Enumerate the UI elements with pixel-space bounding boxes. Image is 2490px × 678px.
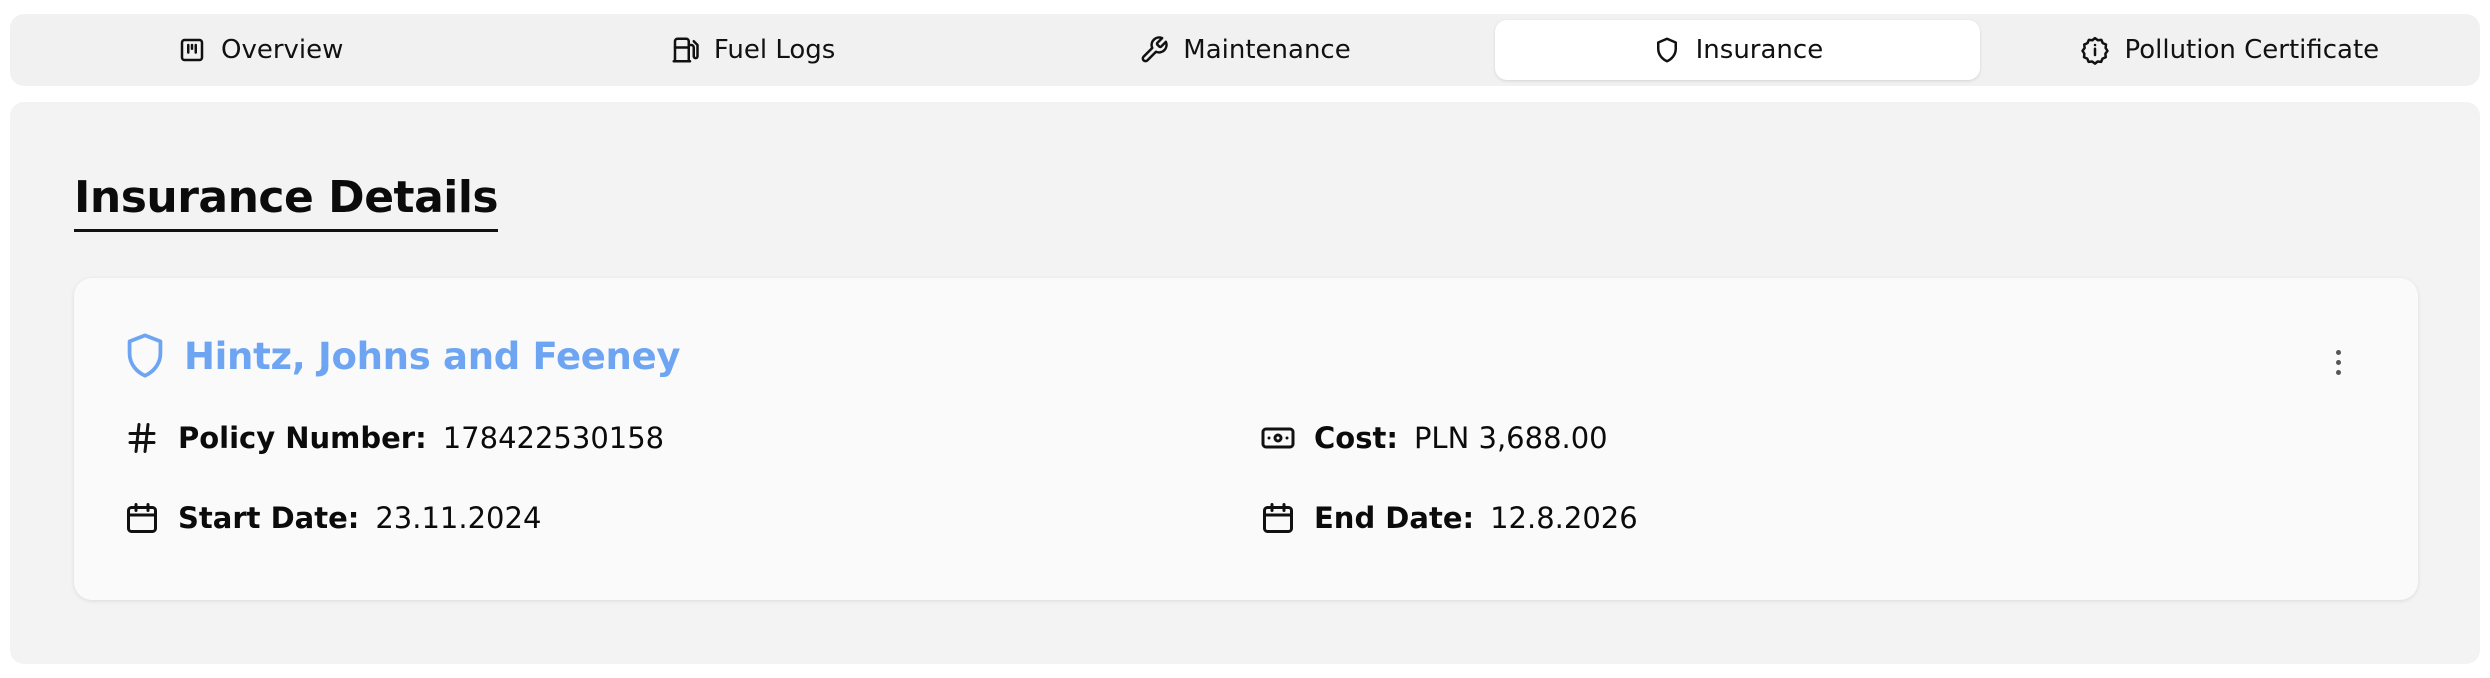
end-date-value: 12.8.2026 — [1490, 501, 1638, 535]
tab-label: Pollution Certificate — [2124, 35, 2380, 65]
start-date-label: Start Date: — [178, 501, 360, 535]
company-name: Hintz, Johns and Feeney — [184, 334, 681, 378]
more-vertical-icon — [2335, 349, 2341, 355]
tab-fuel-logs[interactable]: Fuel Logs — [510, 20, 994, 80]
more-options-button[interactable] — [2324, 342, 2352, 382]
tab-label: Overview — [220, 35, 344, 65]
end-date-field: End Date: 12.8.2026 — [1260, 500, 1638, 536]
page: Overview Fuel Logs Maintenance Insurance — [0, 0, 2490, 678]
section-title: Insurance Details — [74, 172, 499, 232]
policy-number-value: 178422530158 — [442, 421, 665, 455]
info-badge-icon — [2081, 36, 2110, 65]
card-header: Hintz, Johns and Feeney — [124, 332, 681, 380]
tab-insurance[interactable]: Insurance — [1495, 20, 1980, 80]
cost-value: PLN 3,688.00 — [1413, 421, 1608, 455]
tab-maintenance[interactable]: Maintenance — [1003, 20, 1487, 80]
tab-label: Insurance — [1695, 35, 1824, 65]
overview-icon — [180, 38, 204, 62]
wrench-icon — [1141, 36, 1168, 63]
hash-icon — [128, 423, 156, 453]
end-date-label: End Date: — [1314, 501, 1475, 535]
tab-bar: Overview Fuel Logs Maintenance Insurance — [10, 14, 2480, 86]
cost-label: Cost: — [1314, 421, 1398, 455]
calendar-icon — [1263, 503, 1293, 533]
shield-icon — [1656, 37, 1677, 63]
banknote-icon — [1261, 427, 1295, 449]
cost-field: Cost: PLN 3,688.00 — [1260, 420, 1608, 456]
insurance-panel: Insurance Details Hintz, Johns and Feene… — [10, 102, 2480, 664]
tab-label: Maintenance — [1183, 35, 1351, 65]
tab-pollution-certificate[interactable]: Pollution Certificate — [1988, 20, 2472, 80]
shield-icon — [127, 333, 163, 378]
tab-label: Fuel Logs — [713, 35, 836, 65]
fuel-pump-icon — [672, 37, 699, 63]
insurance-card: Hintz, Johns and Feeney Policy Number: 1… — [74, 278, 2418, 600]
policy-number-label: Policy Number: — [178, 421, 427, 455]
tab-overview[interactable]: Overview — [18, 20, 502, 80]
policy-number-field: Policy Number: 178422530158 — [124, 420, 664, 456]
start-date-field: Start Date: 23.11.2024 — [124, 500, 541, 536]
start-date-value: 23.11.2024 — [375, 501, 542, 535]
calendar-icon — [127, 503, 157, 533]
